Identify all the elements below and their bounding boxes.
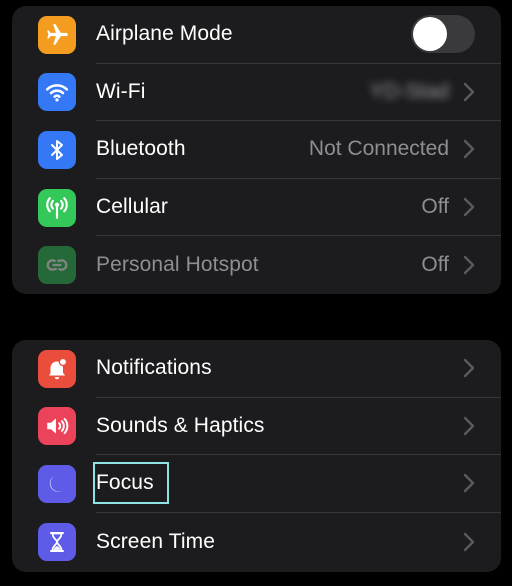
chevron-right-icon — [463, 82, 475, 102]
focus-row[interactable]: Focus — [12, 455, 501, 513]
bluetooth-label: Bluetooth — [96, 137, 186, 161]
bluetooth-row[interactable]: Bluetooth Not Connected — [12, 121, 501, 179]
notifications-row[interactable]: Notifications — [12, 340, 501, 398]
chevron-right-icon — [463, 255, 475, 275]
bluetooth-icon — [38, 130, 76, 169]
chevron-right-icon — [463, 140, 475, 159]
airplane-mode-label: Airplane Mode — [96, 22, 233, 46]
chevron-right-icon — [463, 359, 475, 378]
wifi-icon — [38, 73, 76, 112]
cellular-status-value: Off — [421, 195, 449, 219]
focus-content: Focus — [93, 455, 501, 513]
cellular-row[interactable]: Cellular Off — [12, 179, 501, 237]
cellular-content: Cellular Off — [96, 179, 501, 237]
airplane-icon — [38, 15, 76, 54]
moon-icon — [38, 464, 76, 503]
general-group: Notifications Sounds & Haptics Focus Scr… — [12, 340, 501, 572]
toggle-knob — [413, 17, 447, 52]
chevron-right-icon — [463, 416, 475, 436]
focus-selection-highlight — [93, 462, 169, 505]
wifi-row[interactable]: Wi-Fi YD-Stad — [12, 64, 501, 122]
airplane-mode-toggle[interactable] — [411, 15, 475, 54]
chevron-right-icon — [463, 474, 475, 493]
chevron-right-icon — [463, 532, 475, 551]
sounds-haptics-label: Sounds & Haptics — [96, 413, 265, 437]
wifi-content: Wi-Fi YD-Stad — [96, 64, 501, 122]
personal-hotspot-status-value: Off — [421, 253, 449, 277]
cellular-antenna-icon — [38, 188, 76, 227]
hourglass-icon — [38, 522, 76, 561]
wifi-label: Wi-Fi — [96, 79, 146, 103]
chevron-right-icon — [463, 197, 475, 217]
screen-time-row[interactable]: Screen Time — [12, 513, 501, 571]
notifications-label: Notifications — [96, 356, 212, 380]
bell-icon — [38, 349, 76, 388]
screen-time-label: Screen Time — [96, 529, 215, 553]
screen-time-content: Screen Time — [96, 513, 501, 571]
sounds-haptics-content: Sounds & Haptics — [96, 398, 501, 456]
notifications-content: Notifications — [96, 340, 501, 398]
bluetooth-status-value: Not Connected — [308, 137, 449, 161]
personal-hotspot-row[interactable]: Personal Hotspot Off — [12, 236, 501, 294]
connectivity-group: Airplane Mode Wi-Fi YD-Stad Bluetooth No… — [12, 6, 501, 294]
airplane-mode-content: Airplane Mode — [96, 6, 501, 64]
personal-hotspot-label: Personal Hotspot — [96, 253, 259, 277]
cellular-label: Cellular — [96, 195, 168, 219]
hotspot-link-icon — [38, 246, 76, 285]
airplane-mode-row[interactable]: Airplane Mode — [12, 6, 501, 64]
wifi-network-value: YD-Stad — [369, 79, 449, 103]
bluetooth-content: Bluetooth Not Connected — [96, 121, 501, 179]
speaker-icon — [38, 407, 76, 446]
sounds-haptics-row[interactable]: Sounds & Haptics — [12, 398, 501, 456]
settings-screen: Airplane Mode Wi-Fi YD-Stad Bluetooth No… — [0, 0, 512, 586]
personal-hotspot-content: Personal Hotspot Off — [96, 236, 501, 294]
